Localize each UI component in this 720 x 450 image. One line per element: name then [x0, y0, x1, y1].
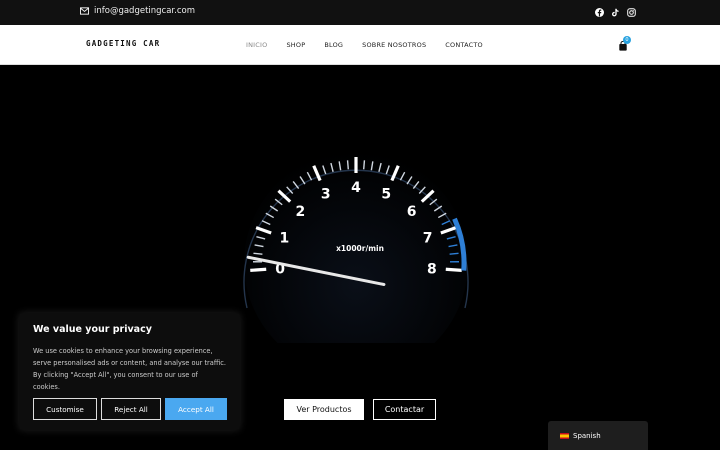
- tachometer-gauge: 0123 4 5678 x1000r/min: [243, 151, 469, 343]
- top-bar: info@gadgetingcar.com: [0, 0, 720, 25]
- gauge-minor-tick: [363, 160, 366, 170]
- reject-all-button[interactable]: Reject All: [101, 398, 161, 420]
- cart-button[interactable]: 0: [618, 36, 631, 51]
- main-navbar: GADGETING CAR INICIO SHOP BLOG SOBRE NOS…: [0, 25, 720, 65]
- menu-item-contacto[interactable]: CONTACTO: [445, 41, 483, 49]
- gauge-minor-tick: [253, 252, 263, 255]
- gauge-tick-label: 6: [407, 204, 417, 220]
- gauge-minor-tick: [346, 160, 349, 170]
- instagram-icon[interactable]: [627, 8, 636, 17]
- social-links: [595, 8, 636, 17]
- facebook-icon[interactable]: [595, 8, 604, 17]
- cookie-buttons: Customise Reject All Accept All: [33, 398, 227, 420]
- gauge-major-tick: [445, 267, 462, 272]
- cart-count-badge: 0: [623, 36, 631, 44]
- gauge-major-tick: [250, 267, 267, 272]
- gauge-tick-label: 3: [321, 186, 331, 202]
- language-label: Spanish: [573, 431, 601, 440]
- menu-item-blog[interactable]: BLOG: [324, 41, 343, 49]
- gauge-tick-label: 8: [427, 261, 437, 277]
- contact-button[interactable]: Contactar: [373, 399, 436, 420]
- main-menu: INICIO SHOP BLOG SOBRE NOSOTROS CONTACTO: [246, 41, 502, 49]
- cookie-title: We value your privacy: [33, 324, 152, 335]
- cookie-body: We use cookies to enhance your browsing …: [33, 347, 226, 391]
- site-logo[interactable]: GADGETING CAR: [86, 39, 160, 48]
- tiktok-icon[interactable]: [611, 8, 620, 17]
- gauge-tick-label: 4: [351, 180, 361, 196]
- menu-item-shop[interactable]: SHOP: [286, 41, 305, 49]
- menu-item-inicio[interactable]: INICIO: [246, 41, 267, 49]
- spain-flag-icon: [560, 432, 569, 439]
- customise-button[interactable]: Customise: [33, 398, 97, 420]
- envelope-icon: [80, 7, 89, 15]
- gauge-tick-label: 7: [423, 231, 433, 247]
- gauge-tick-label: 1: [279, 231, 289, 247]
- language-switcher[interactable]: Spanish: [548, 421, 648, 450]
- email-text: info@gadgetingcar.com: [94, 6, 195, 16]
- gauge-unit-label: x1000r/min: [336, 244, 384, 253]
- email-contact[interactable]: info@gadgetingcar.com: [80, 6, 195, 16]
- gauge-tick-label: 2: [296, 204, 306, 220]
- gauge-tick-label: 5: [381, 186, 391, 202]
- view-products-button[interactable]: Ver Productos: [284, 399, 364, 420]
- accept-all-button[interactable]: Accept All: [165, 398, 227, 420]
- cookie-consent-banner: We value your privacy We use cookies to …: [19, 313, 240, 430]
- menu-item-sobre-nosotros[interactable]: SOBRE NOSOTROS: [362, 41, 426, 49]
- gauge-minor-tick: [449, 252, 459, 255]
